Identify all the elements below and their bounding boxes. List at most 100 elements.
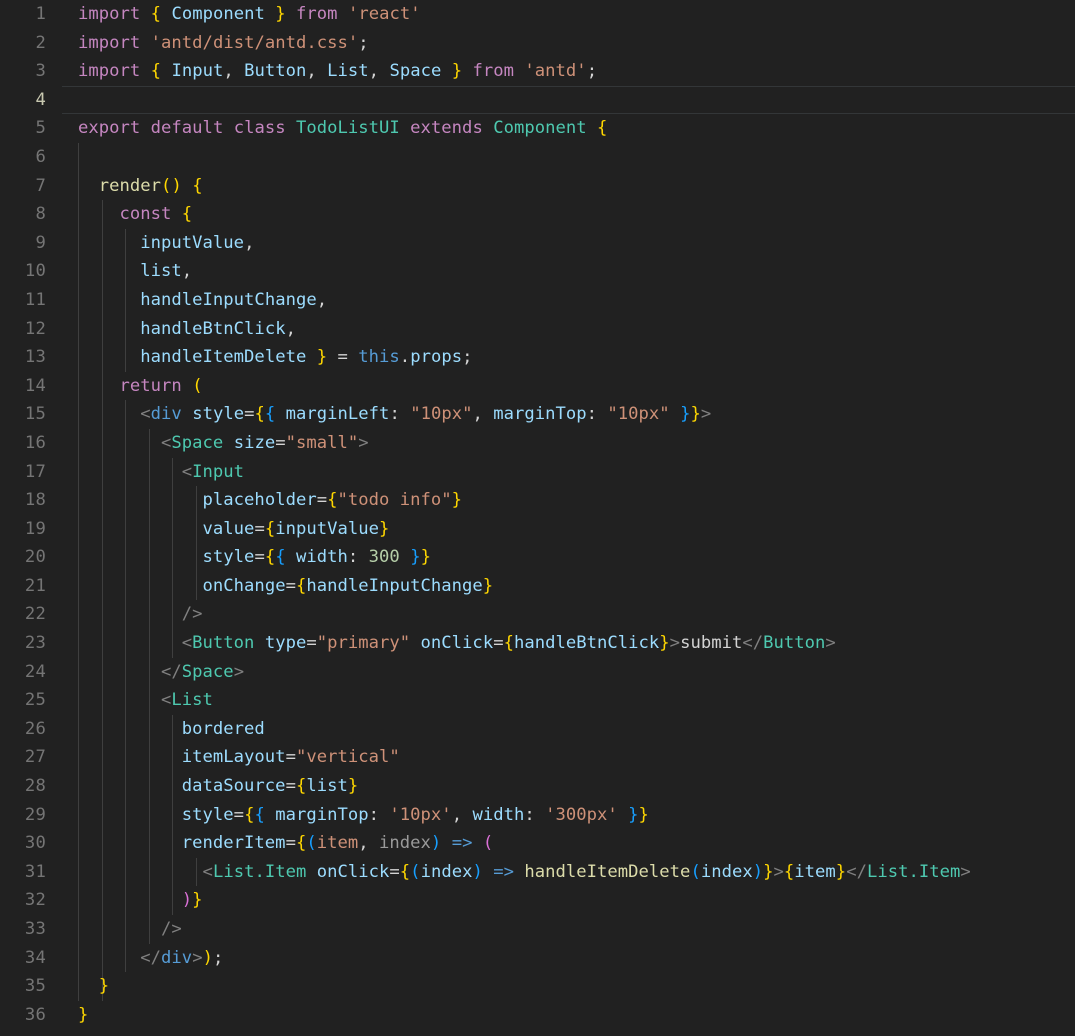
code-line[interactable]: 27 itemLayout="vertical": [0, 743, 1075, 773]
code-text[interactable]: itemLayout="vertical": [78, 743, 400, 772]
code-text[interactable]: </div>);: [78, 944, 223, 973]
code-line[interactable]: 9 inputValue,: [0, 228, 1075, 258]
code-line[interactable]: 12 handleBtnClick,: [0, 314, 1075, 344]
line-number[interactable]: 4: [0, 86, 46, 115]
line-number[interactable]: 27: [0, 743, 46, 772]
code-line[interactable]: 21 onChange={handleInputChange}: [0, 571, 1075, 601]
code-text[interactable]: dataSource={list}: [78, 772, 358, 801]
line-number[interactable]: 8: [0, 200, 46, 229]
code-text[interactable]: )}: [78, 886, 203, 915]
code-line[interactable]: 20 style={{ width: 300 }}: [0, 543, 1075, 572]
code-line[interactable]: 13 handleItemDelete } = this.props;: [0, 343, 1075, 372]
code-text[interactable]: style={{ marginTop: '10px', width: '300p…: [78, 801, 649, 830]
line-number[interactable]: 12: [0, 315, 46, 344]
line-number[interactable]: 19: [0, 515, 46, 544]
code-text[interactable]: <List.Item onClick={(index) => handleIte…: [78, 858, 971, 887]
code-text[interactable]: placeholder={"todo info"}: [78, 486, 462, 515]
code-line[interactable]: 23 <Button type="primary" onClick={handl…: [0, 629, 1075, 658]
code-text[interactable]: <div style={{ marginLeft: "10px", margin…: [78, 400, 711, 429]
line-number[interactable]: 10: [0, 257, 46, 286]
code-line[interactable]: 18 placeholder={"todo info"}: [0, 486, 1075, 515]
code-text[interactable]: const {: [78, 200, 193, 229]
line-number[interactable]: 34: [0, 944, 46, 973]
code-line[interactable]: 2 import 'antd/dist/antd.css';: [0, 29, 1075, 58]
code-text[interactable]: </Space>: [78, 658, 244, 687]
code-line[interactable]: 28 dataSource={list}: [0, 772, 1075, 801]
code-text[interactable]: import { Input, Button, List, Space } fr…: [78, 57, 597, 86]
line-number[interactable]: 30: [0, 829, 46, 858]
line-number[interactable]: 11: [0, 286, 46, 315]
code-line[interactable]: 17 <Input: [0, 457, 1075, 487]
line-number[interactable]: 21: [0, 572, 46, 601]
line-number[interactable]: 15: [0, 400, 46, 429]
code-text[interactable]: />: [78, 915, 182, 944]
code-text[interactable]: handleItemDelete } = this.props;: [78, 343, 472, 372]
code-line[interactable]: 1 import { Component } from 'react': [0, 0, 1075, 29]
line-number[interactable]: 36: [0, 1001, 46, 1030]
code-text[interactable]: handleBtnClick,: [78, 315, 296, 344]
line-number[interactable]: 5: [0, 114, 46, 143]
line-number[interactable]: 20: [0, 543, 46, 572]
code-text[interactable]: />: [78, 600, 203, 629]
code-line[interactable]: 3 import { Input, Button, List, Space } f…: [0, 57, 1075, 86]
line-number[interactable]: 18: [0, 486, 46, 515]
code-text[interactable]: }: [78, 972, 109, 1001]
code-text[interactable]: onChange={handleInputChange}: [78, 572, 494, 601]
code-line[interactable]: 8 const {: [0, 200, 1075, 229]
line-number[interactable]: 32: [0, 886, 46, 915]
line-number[interactable]: 29: [0, 801, 46, 830]
code-line[interactable]: 32 )}: [0, 886, 1075, 915]
code-line[interactable]: 11 handleInputChange,: [0, 285, 1075, 315]
code-text[interactable]: bordered: [78, 715, 265, 744]
code-text[interactable]: render() {: [78, 172, 203, 201]
code-editor[interactable]: 1 import { Component } from 'react' 2 impor…: [0, 0, 1075, 1036]
code-text[interactable]: return (: [78, 372, 203, 401]
code-line[interactable]: 6: [0, 142, 1075, 172]
code-line[interactable]: 26 bordered: [0, 714, 1075, 744]
code-line[interactable]: 4: [0, 85, 1075, 115]
line-number[interactable]: 1: [0, 0, 46, 29]
code-line[interactable]: 7 render() {: [0, 171, 1075, 201]
code-text[interactable]: <List: [78, 686, 213, 715]
code-text[interactable]: handleInputChange,: [78, 286, 327, 315]
code-line[interactable]: 29 style={{ marginTop: '10px', width: '3…: [0, 800, 1075, 830]
line-number[interactable]: 26: [0, 715, 46, 744]
code-line[interactable]: 35 }: [0, 972, 1075, 1001]
line-number[interactable]: 28: [0, 772, 46, 801]
code-line[interactable]: 14 return (: [0, 371, 1075, 401]
code-line[interactable]: 30 renderItem={(item, index) => (: [0, 829, 1075, 858]
code-line[interactable]: 5 export default class TodoListUI extends…: [0, 114, 1075, 143]
line-number[interactable]: 6: [0, 143, 46, 172]
line-number[interactable]: 23: [0, 629, 46, 658]
code-text[interactable]: <Input: [78, 458, 244, 487]
code-text[interactable]: import 'antd/dist/antd.css';: [78, 29, 369, 58]
code-text[interactable]: style={{ width: 300 }}: [78, 543, 431, 572]
code-text[interactable]: list,: [78, 257, 192, 286]
line-number[interactable]: 33: [0, 915, 46, 944]
code-line[interactable]: 10 list,: [0, 257, 1075, 286]
code-text[interactable]: import { Component } from 'react': [78, 0, 421, 29]
line-number[interactable]: 25: [0, 686, 46, 715]
line-number[interactable]: 14: [0, 372, 46, 401]
line-number[interactable]: 31: [0, 858, 46, 887]
line-number[interactable]: 35: [0, 972, 46, 1001]
code-text[interactable]: inputValue,: [78, 229, 254, 258]
code-line[interactable]: 36}: [0, 1001, 1075, 1030]
code-text[interactable]: renderItem={(item, index) => (: [78, 829, 493, 858]
line-number[interactable]: 2: [0, 29, 46, 58]
line-number[interactable]: 9: [0, 229, 46, 258]
code-line[interactable]: 31 <List.Item onClick={(index) => handle…: [0, 857, 1075, 887]
line-number[interactable]: 3: [0, 57, 46, 86]
code-line[interactable]: 19 value={inputValue}: [0, 514, 1075, 544]
line-number[interactable]: 13: [0, 343, 46, 372]
code-line[interactable]: 22 />: [0, 600, 1075, 630]
code-line[interactable]: 25 <List: [0, 686, 1075, 715]
code-text[interactable]: <Button type="primary" onClick={handleBt…: [78, 629, 836, 658]
code-text[interactable]: <Space size="small">: [78, 429, 369, 458]
code-text[interactable]: export default class TodoListUI extends …: [78, 114, 607, 143]
line-number[interactable]: 7: [0, 172, 46, 201]
code-line[interactable]: 15 <div style={{ marginLeft: "10px", mar…: [0, 400, 1075, 429]
code-line[interactable]: 24 </Space>: [0, 657, 1075, 687]
code-line[interactable]: 16 <Space size="small">: [0, 428, 1075, 458]
line-number[interactable]: 16: [0, 429, 46, 458]
